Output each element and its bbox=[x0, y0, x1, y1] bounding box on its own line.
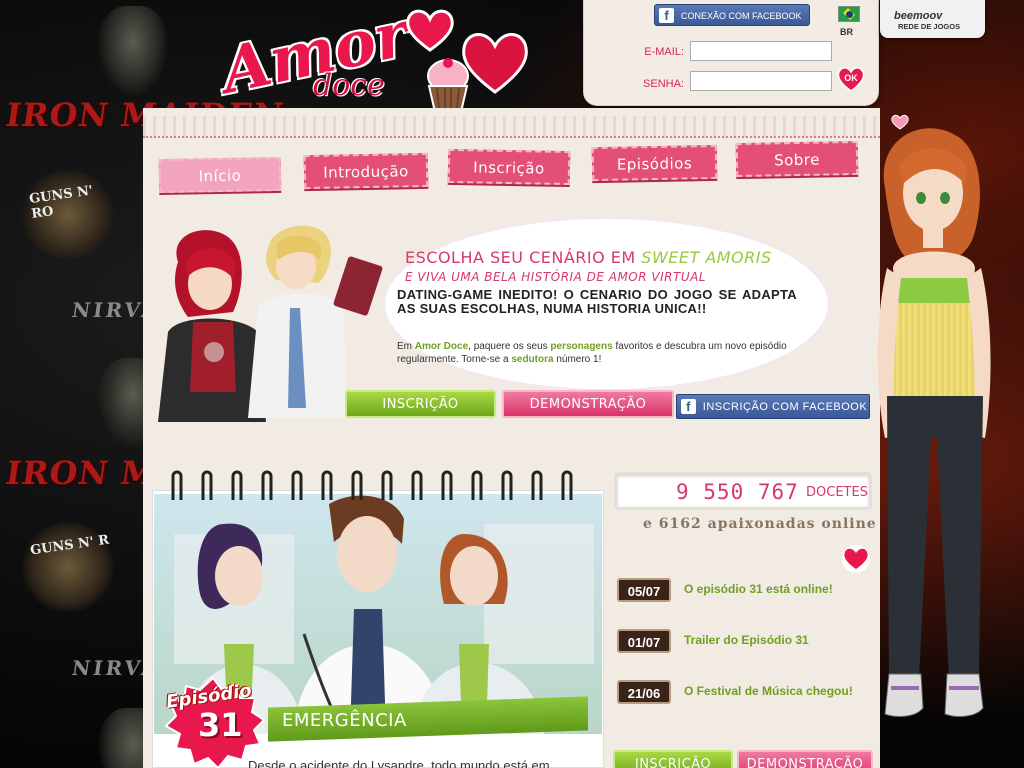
hero-desc-text: Em bbox=[397, 341, 415, 352]
beemoov-network-link[interactable]: beemoov REDE DE JOGOS bbox=[880, 0, 985, 38]
login-ok-label: OK bbox=[844, 73, 858, 83]
hero-desc-seductress: sedutora bbox=[511, 354, 554, 365]
email-label: E-MAIL: bbox=[644, 46, 684, 58]
hero-desc-brand: Amor Doce bbox=[414, 341, 469, 352]
news-link[interactable]: Trailer do Episódio 31 bbox=[684, 633, 809, 647]
beemoov-logo: beemoov bbox=[894, 10, 943, 22]
hero-title-highlight: SWEET AMORIS bbox=[641, 248, 772, 267]
news-link[interactable]: O Festival de Música chegou! bbox=[684, 684, 853, 698]
facebook-icon: f bbox=[659, 8, 674, 23]
heart-icon bbox=[406, 9, 454, 52]
signup-button[interactable]: INSCRIÇÃO bbox=[345, 390, 496, 418]
hero-description: Em Amor Doce, paquere os seus personagen… bbox=[397, 340, 797, 366]
facebook-connect-button[interactable]: f CONEXÃO COM FACEBOOK bbox=[654, 4, 810, 26]
hero-headline: DATING-GAME INEDITO! O CENARIO DO JOGO S… bbox=[397, 287, 797, 316]
episode-title: EMERGÊNCIA bbox=[282, 710, 407, 731]
facebook-signup-button[interactable]: f INSCRIÇÃO COM FACEBOOK bbox=[676, 394, 870, 419]
brazil-flag-icon[interactable] bbox=[838, 6, 860, 22]
hero-desc-text: número 1! bbox=[553, 354, 602, 365]
bottom-signup-button[interactable]: INSCRIÇÃO bbox=[613, 750, 733, 768]
hero-desc-chars: personagens bbox=[550, 341, 613, 352]
band-badge-text: GUNS N' R bbox=[29, 532, 111, 559]
player-count-unit: DOCETES bbox=[806, 485, 868, 500]
tab-sobre[interactable]: Sobre bbox=[735, 140, 859, 178]
password-field[interactable] bbox=[690, 71, 832, 91]
player-count: 9 550 767 bbox=[676, 480, 799, 504]
news-date: 21/06 bbox=[617, 680, 671, 704]
tab-inscricao[interactable]: Inscrição bbox=[447, 148, 571, 186]
password-label: SENHA: bbox=[643, 78, 684, 90]
email-field[interactable] bbox=[690, 41, 832, 61]
episode-excerpt: Desde o acidente do Lysandre, todo mundo… bbox=[248, 758, 550, 768]
facebook-connect-label: CONEXÃO COM FACEBOOK bbox=[681, 11, 802, 21]
skull-art bbox=[98, 6, 168, 96]
tab-inicio[interactable]: Início bbox=[158, 156, 282, 194]
tab-episodios[interactable]: Episódios bbox=[591, 144, 718, 182]
episode-number: 31 bbox=[198, 706, 243, 744]
hero-desc-text: , paquere os seus bbox=[468, 341, 551, 352]
hero-title: ESCOLHA SEU CENÁRIO EM SWEET AMORIS bbox=[405, 248, 772, 267]
facebook-icon: f bbox=[681, 399, 696, 414]
band-badge-text: GUNS N' RO bbox=[28, 183, 94, 222]
tab-introducao[interactable]: Introdução bbox=[303, 152, 429, 190]
facebook-signup-label: INSCRIÇÃO COM FACEBOOK bbox=[702, 401, 868, 413]
lace-stitch-line bbox=[143, 128, 880, 138]
character-blonde-book bbox=[248, 225, 383, 418]
cupcake-icon bbox=[427, 58, 469, 113]
online-count: e 6162 apaixonadas online bbox=[643, 516, 877, 532]
login-ok-button[interactable]: OK bbox=[837, 66, 865, 92]
site-logo[interactable]: Amor doce bbox=[205, 0, 535, 120]
login-panel: f CONEXÃO COM FACEBOOK BR E-MAIL: SENHA:… bbox=[583, 0, 879, 106]
notebook-spiral bbox=[171, 470, 573, 500]
news-date: 01/07 bbox=[617, 629, 671, 653]
demo-button[interactable]: DEMONSTRAÇÃO bbox=[502, 390, 674, 418]
band-badge-guns: GUNS N' RO bbox=[18, 170, 118, 260]
main-nav: Início Introdução Inscrição Episódios So… bbox=[157, 140, 867, 194]
band-badge-guns-2: GUNS N' R bbox=[18, 522, 118, 612]
news-date: 05/07 bbox=[617, 578, 671, 602]
language-label: BR bbox=[840, 27, 853, 37]
hero-subtitle: E VIVA UMA BELA HISTÓRIA DE AMOR VIRTUAL bbox=[405, 270, 706, 284]
news-link[interactable]: O episódio 31 está online! bbox=[684, 582, 833, 596]
beemoov-subtitle: REDE DE JOGOS bbox=[898, 22, 961, 31]
logo-doce-text: doce bbox=[313, 68, 385, 103]
bottom-demo-button[interactable]: DEMONSTRAÇÃO bbox=[737, 750, 873, 768]
character-girl bbox=[877, 128, 991, 717]
hero-title-prefix: ESCOLHA SEU CENÁRIO EM bbox=[405, 248, 642, 267]
heart-icon bbox=[842, 545, 870, 573]
